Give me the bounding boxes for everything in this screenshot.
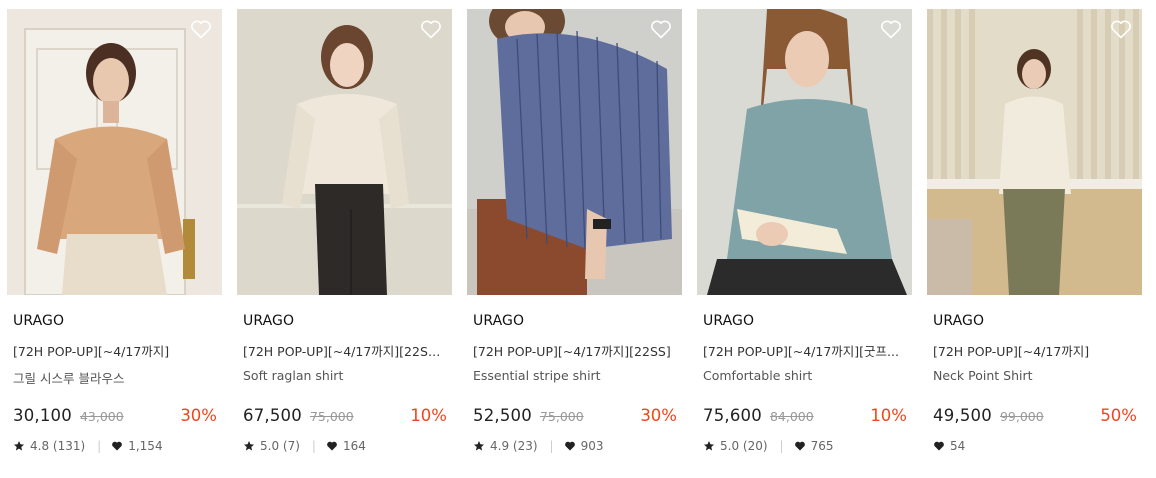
heart-filled-icon bbox=[794, 441, 805, 451]
review-meta: 5.0 (7) | 164 bbox=[243, 437, 452, 455]
meta-divider: | bbox=[311, 439, 316, 453]
heart-outline-icon[interactable] bbox=[419, 17, 443, 41]
discount-rate: 10% bbox=[410, 406, 447, 425]
review-meta: 5.0 (20) | 765 bbox=[703, 437, 912, 455]
sale-price: 52,500 bbox=[473, 406, 532, 425]
original-price: 99,000 bbox=[999, 409, 1044, 424]
product-title-tag[interactable]: [72H POP-UP][~4/17까지] bbox=[13, 341, 213, 359]
likes-count: 54 bbox=[950, 439, 966, 453]
product-title-tag[interactable]: [72H POP-UP][~4/17까지][22SP... bbox=[243, 341, 443, 359]
original-price: 75,000 bbox=[539, 409, 584, 424]
rating-text: 4.9 (23) bbox=[490, 439, 538, 453]
product-title[interactable]: Comfortable shirt bbox=[703, 368, 912, 386]
likes-count: 903 bbox=[580, 439, 604, 453]
discount-rate: 50% bbox=[1100, 406, 1137, 425]
original-price: 75,000 bbox=[309, 409, 354, 424]
rating-text: 4.8 (131) bbox=[30, 439, 86, 453]
product-title[interactable]: Neck Point Shirt bbox=[933, 368, 1142, 386]
heart-outline-icon[interactable] bbox=[189, 17, 213, 41]
heart-outline-icon[interactable] bbox=[1109, 17, 1133, 41]
product-image[interactable] bbox=[697, 9, 912, 295]
product-grid: URAGO [72H POP-UP][~4/17까지] 그릴 시스루 블라우스 … bbox=[0, 0, 1156, 478]
heart-filled-icon bbox=[564, 441, 575, 451]
original-price: 84,000 bbox=[769, 409, 814, 424]
review-meta: 4.9 (23) | 903 bbox=[473, 437, 682, 455]
product-card[interactable]: URAGO [72H POP-UP][~4/17까지][22SS] Essent… bbox=[467, 9, 682, 455]
star-icon bbox=[704, 441, 714, 451]
product-title[interactable]: Essential stripe shirt bbox=[473, 368, 682, 386]
meta-divider: | bbox=[97, 439, 102, 453]
sale-price: 75,600 bbox=[703, 406, 762, 425]
sale-price: 49,500 bbox=[933, 406, 992, 425]
heart-outline-icon[interactable] bbox=[649, 17, 673, 41]
sale-price: 30,100 bbox=[13, 406, 72, 425]
price-row: 30,100 43,000 30% bbox=[13, 406, 217, 428]
product-card[interactable]: URAGO [72H POP-UP][~4/17까지] 그릴 시스루 블라우스 … bbox=[7, 9, 222, 455]
star-icon bbox=[244, 441, 254, 451]
brand-name[interactable]: URAGO bbox=[473, 313, 682, 331]
discount-rate: 10% bbox=[870, 406, 907, 425]
meta-divider: | bbox=[549, 439, 554, 453]
product-title[interactable]: 그릴 시스루 블라우스 bbox=[13, 368, 222, 386]
price-row: 75,600 84,000 10% bbox=[703, 406, 907, 428]
product-title-tag[interactable]: [72H POP-UP][~4/17까지] bbox=[933, 341, 1133, 359]
discount-rate: 30% bbox=[640, 406, 677, 425]
product-card[interactable]: URAGO [72H POP-UP][~4/17까지][22SP... Soft… bbox=[237, 9, 452, 455]
product-title-tag[interactable]: [72H POP-UP][~4/17까지][22SS] bbox=[473, 341, 673, 359]
heart-filled-icon bbox=[934, 441, 944, 451]
star-icon bbox=[474, 441, 484, 451]
product-title[interactable]: Soft raglan shirt bbox=[243, 368, 452, 386]
sale-price: 67,500 bbox=[243, 406, 302, 425]
heart-filled-icon bbox=[327, 441, 337, 451]
brand-name[interactable]: URAGO bbox=[933, 313, 1142, 331]
meta-divider: | bbox=[779, 439, 784, 453]
rating-text: 5.0 (20) bbox=[720, 439, 768, 453]
product-image[interactable] bbox=[237, 9, 452, 295]
brand-name[interactable]: URAGO bbox=[243, 313, 452, 331]
discount-rate: 30% bbox=[180, 406, 217, 425]
product-image[interactable] bbox=[927, 9, 1142, 295]
product-title-tag[interactable]: [72H POP-UP][~4/17까지][굿프... bbox=[703, 341, 903, 359]
review-meta: 4.8 (131) | 1,154 bbox=[13, 437, 222, 455]
star-icon bbox=[14, 441, 24, 451]
heart-filled-icon bbox=[112, 441, 123, 451]
product-card[interactable]: URAGO [72H POP-UP][~4/17까지][굿프... Comfor… bbox=[697, 9, 912, 455]
product-card[interactable]: URAGO [72H POP-UP][~4/17까지] Neck Point S… bbox=[927, 9, 1142, 455]
likes-count: 1,154 bbox=[128, 439, 163, 453]
price-row: 49,500 99,000 50% bbox=[933, 406, 1137, 428]
original-price: 43,000 bbox=[79, 409, 124, 424]
likes-count: 765 bbox=[810, 439, 834, 453]
product-image[interactable] bbox=[7, 9, 222, 295]
rating-text: 5.0 (7) bbox=[260, 439, 300, 453]
price-row: 52,500 75,000 30% bbox=[473, 406, 677, 428]
price-row: 67,500 75,000 10% bbox=[243, 406, 447, 428]
product-image[interactable] bbox=[467, 9, 682, 295]
brand-name[interactable]: URAGO bbox=[703, 313, 912, 331]
likes-count: 164 bbox=[342, 439, 366, 453]
brand-name[interactable]: URAGO bbox=[13, 313, 222, 331]
review-meta: 54 bbox=[933, 437, 1142, 455]
heart-outline-icon[interactable] bbox=[879, 17, 903, 41]
